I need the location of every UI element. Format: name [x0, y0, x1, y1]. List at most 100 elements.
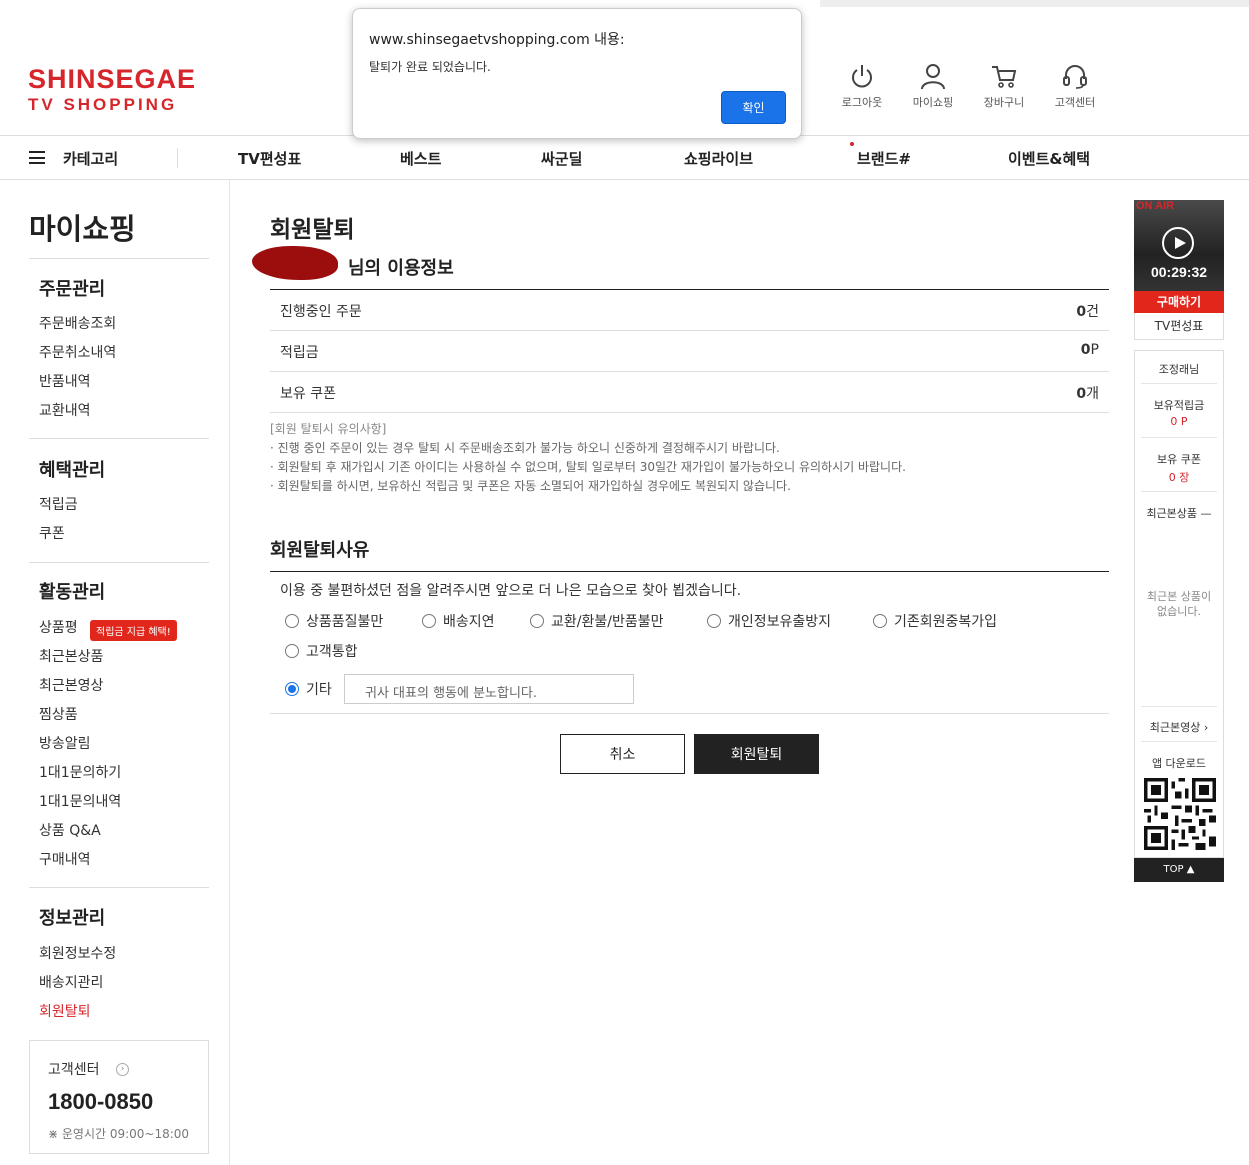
- etc-reason-input[interactable]: 귀사 대표의 행동에 분노합니다.: [344, 674, 634, 704]
- sidebar-item-order-delivery[interactable]: 주문배송조회: [39, 313, 116, 333]
- coupon-value: 0 장: [1168, 471, 1190, 484]
- buy-button[interactable]: 구매하기: [1134, 291, 1224, 313]
- nav-deal[interactable]: 싸군딜: [541, 148, 582, 169]
- sidebar-item-coupon[interactable]: 쿠폰: [39, 523, 65, 543]
- divider: [1141, 706, 1217, 707]
- table-row: 적립금 0P: [270, 331, 1109, 372]
- coupon-label[interactable]: 보유 쿠폰: [1141, 451, 1217, 467]
- power-icon: [852, 65, 872, 88]
- reason-title: 회원탈퇴사유: [270, 540, 370, 561]
- tv-schedule-link[interactable]: TV편성표: [1134, 313, 1224, 340]
- reason-radio-merge[interactable]: 고객통합: [285, 641, 358, 661]
- clock-icon: ⋇: [48, 1127, 62, 1141]
- headset-icon: [1063, 65, 1087, 89]
- page-title: 회원탈퇴: [270, 217, 355, 243]
- divider: [1141, 741, 1217, 742]
- divider: [1141, 383, 1217, 384]
- redacted-name: [252, 246, 338, 280]
- dialog-message: 탈퇴가 완료 되었습니다.: [369, 60, 491, 74]
- no-recent-text: 최근본 상품이 없습니다.: [1146, 590, 1212, 618]
- sidebar-item-recent-products[interactable]: 최근본상품: [39, 646, 103, 666]
- sidebar-item-broadcast-alert[interactable]: 방송알림: [39, 733, 91, 753]
- sidebar-item-address[interactable]: 배송지관리: [39, 972, 103, 992]
- withdraw-notice: [회원 탈퇴시 유의사항] · 진행 중인 주문이 있는 경우 탈퇴 시 주문배…: [270, 422, 906, 493]
- sidebar-item-recent-videos[interactable]: 최근본영상: [39, 675, 103, 695]
- sidebar-item-return[interactable]: 반품내역: [39, 371, 91, 391]
- table-row: 보유 쿠폰 0개: [270, 372, 1109, 413]
- section-activity: 활동관리: [39, 582, 106, 603]
- new-dot: [850, 142, 854, 146]
- cancel-button[interactable]: 취소: [560, 734, 685, 774]
- sidebar-item-inquiry-history[interactable]: 1대1문의내역: [39, 791, 121, 811]
- myshopping-button[interactable]: 마이쇼핑: [903, 62, 963, 110]
- logout-button[interactable]: 로그아웃: [832, 62, 892, 110]
- ok-button[interactable]: 확인: [721, 91, 786, 124]
- reason-desc: 이용 중 불편하셨던 점을 알려주시면 앞으로 더 나은 모습으로 찾아 뵙겠습…: [280, 583, 742, 599]
- reason-radio-duplicate[interactable]: 기존회원중복가입: [873, 611, 997, 631]
- points-label[interactable]: 보유적립금: [1141, 397, 1217, 413]
- sidebar-item-edit-info[interactable]: 회원정보수정: [39, 943, 116, 963]
- reason-radio-privacy[interactable]: 개인정보유출방지: [707, 611, 831, 631]
- table-row: 진행중인 주문 0건: [270, 290, 1109, 331]
- user-name: 조정래님: [1158, 363, 1200, 376]
- person-icon: [921, 64, 945, 90]
- recent-products-label[interactable]: 최근본상품 —: [1141, 505, 1217, 521]
- reason-radio-etc[interactable]: 기타: [285, 679, 332, 699]
- cs-title[interactable]: 고객센터: [48, 1059, 100, 1079]
- sidebar-title: 마이쇼핑: [29, 212, 136, 246]
- section-order: 주문관리: [39, 279, 106, 300]
- cart-icon: [992, 66, 1017, 88]
- divider: [29, 562, 209, 563]
- sidebar-item-review[interactable]: 상품평: [39, 617, 78, 637]
- qr-code-icon: [1144, 778, 1216, 850]
- divider: [29, 438, 209, 439]
- play-icon[interactable]: [1162, 227, 1194, 259]
- review-benefit-badge: 적립금 지급 혜택!: [90, 620, 177, 641]
- top-button[interactable]: TOP ▲: [1134, 858, 1224, 882]
- sidebar-item-purchase-history[interactable]: 구매내역: [39, 849, 91, 869]
- onair-player[interactable]: 00:29:32: [1134, 200, 1224, 291]
- nav-tv-schedule[interactable]: TV편성표: [238, 148, 301, 169]
- reason-form: 이용 중 불편하셨던 점을 알려주시면 앞으로 더 나은 모습으로 찾아 뵙겠습…: [270, 571, 1109, 714]
- quick-info-box: 조정래님 보유적립금 0 P 보유 쿠폰 0 장 최근본상품 — 최근본 상품이…: [1134, 350, 1224, 858]
- customer-center-button[interactable]: 고객센터: [1045, 62, 1105, 110]
- sidebar-item-product-qa[interactable]: 상품 Q&A: [39, 820, 101, 840]
- reason-radio-return[interactable]: 교환/환불/반품불만: [530, 611, 663, 631]
- info-subtitle: 님의 이용정보: [348, 258, 454, 279]
- main-navigation: 카테고리 TV편성표 베스트 싸군딜 쇼핑라이브 브랜드# 이벤트&혜택: [0, 136, 1249, 180]
- divider: [1141, 437, 1217, 438]
- nav-shopping-live[interactable]: 쇼핑라이브: [684, 148, 753, 169]
- withdraw-button[interactable]: 회원탈퇴: [694, 734, 819, 774]
- reason-radio-quality[interactable]: 상품품질불만: [285, 611, 383, 631]
- reason-radio-delivery[interactable]: 배송지연: [422, 611, 495, 631]
- sidebar-item-wishlist[interactable]: 찜상품: [39, 704, 78, 724]
- cs-phone: 1800-0850: [48, 1089, 154, 1114]
- divider: [29, 887, 209, 888]
- cs-hours: ⋇ 운영시간 09:00~18:00: [48, 1127, 190, 1141]
- hamburger-icon[interactable]: [29, 151, 45, 164]
- nav-event[interactable]: 이벤트&혜택: [1008, 148, 1090, 169]
- cart-button[interactable]: 장바구니: [974, 62, 1034, 110]
- chevron-right-icon[interactable]: ›: [116, 1063, 129, 1076]
- divider: [29, 258, 209, 259]
- divider: [177, 148, 178, 168]
- category-menu[interactable]: 카테고리: [63, 148, 118, 169]
- onair-time: 00:29:32: [1150, 264, 1208, 280]
- nav-brand[interactable]: 브랜드#: [857, 148, 911, 169]
- logo[interactable]: SHINSEGAE TV SHOPPING: [28, 66, 196, 114]
- divider: [1141, 491, 1217, 492]
- section-info: 정보관리: [39, 908, 106, 929]
- sidebar-item-withdraw[interactable]: 회원탈퇴: [39, 1001, 91, 1021]
- recent-videos-label[interactable]: 최근본영상 ›: [1141, 719, 1217, 735]
- nav-best[interactable]: 베스트: [400, 148, 441, 169]
- app-download-label: 앱 다운로드: [1151, 757, 1207, 770]
- sidebar-item-exchange[interactable]: 교환내역: [39, 400, 91, 420]
- sidebar: 마이쇼핑 주문관리 주문배송조회 주문취소내역 반품내역 교환내역 혜택관리 적…: [0, 180, 230, 1165]
- sidebar-item-order-cancel[interactable]: 주문취소내역: [39, 342, 116, 362]
- sidebar-item-inquiry[interactable]: 1대1문의하기: [39, 762, 121, 782]
- usage-info-table: 진행중인 주문 0건 적립금 0P 보유 쿠폰 0개: [270, 289, 1109, 413]
- section-benefit: 혜택관리: [39, 460, 106, 481]
- alert-dialog: www.shinsegaetvshopping.com 내용: 탈퇴가 완료 되…: [352, 8, 802, 139]
- points-value: 0 P: [1170, 415, 1188, 428]
- sidebar-item-points[interactable]: 적립금: [39, 494, 78, 514]
